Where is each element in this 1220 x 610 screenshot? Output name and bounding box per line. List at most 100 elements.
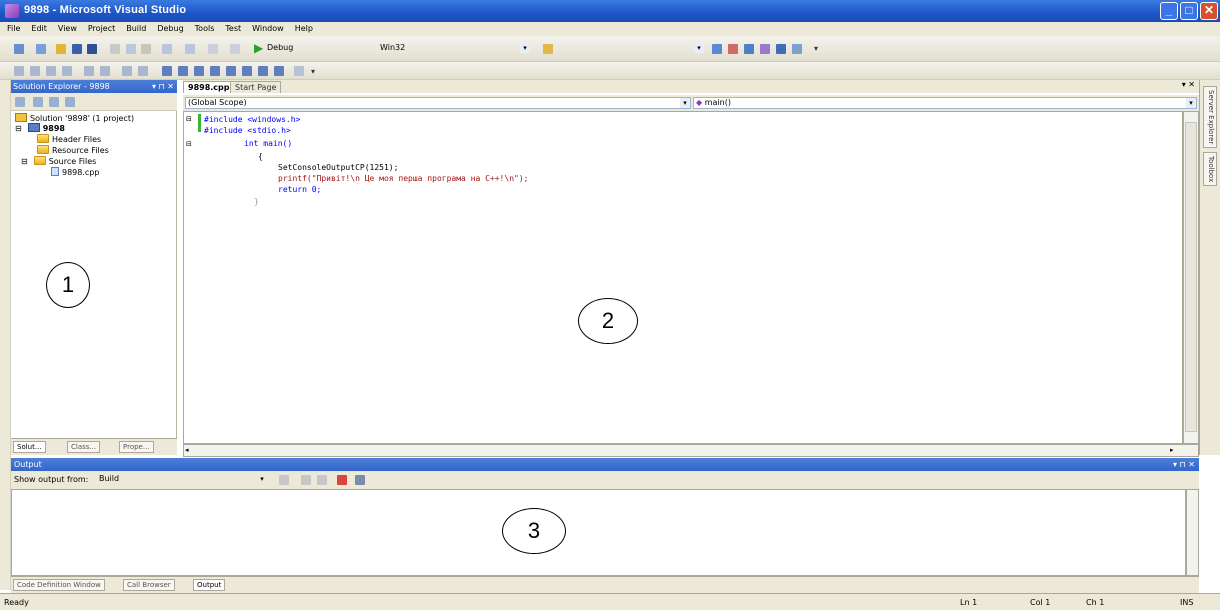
menu-project[interactable]: Project	[84, 22, 119, 33]
scroll-left-icon[interactable]: ◂	[185, 446, 195, 455]
editor-close-icons[interactable]: ▾ ✕	[1182, 80, 1195, 89]
tab-cpp-file[interactable]: 9898.cpp	[183, 81, 235, 93]
editor-vertical-scrollbar[interactable]	[1183, 111, 1199, 444]
member-select[interactable]: ◆ main() ▾	[693, 97, 1197, 109]
view-class-diagram-icon[interactable]	[65, 97, 75, 107]
tab-solution-explorer[interactable]: Solut...	[13, 441, 46, 453]
complete-word-icon[interactable]	[62, 66, 72, 76]
tab-class-view[interactable]: Class...	[67, 441, 101, 453]
display-object-members-icon[interactable]	[14, 66, 24, 76]
undo-icon[interactable]	[162, 44, 172, 54]
tree-item-resource-files[interactable]: Resource Files	[37, 145, 109, 155]
previous-bookmark-doc-icon[interactable]	[242, 66, 252, 76]
tree-item-cpp-file[interactable]: 9898.cpp	[51, 167, 99, 177]
display-parameter-info-icon[interactable]	[30, 66, 40, 76]
solution-configuration-select[interactable]: Debug	[265, 43, 355, 55]
properties-icon[interactable]	[49, 97, 59, 107]
clear-all-icon[interactable]	[337, 475, 347, 485]
menu-file[interactable]: File	[3, 22, 24, 33]
tree-item-solution[interactable]: Solution '9898' (1 project)	[15, 113, 134, 123]
add-item-icon[interactable]	[36, 44, 46, 54]
next-bookmark-doc-icon[interactable]	[258, 66, 268, 76]
paste-icon[interactable]	[141, 44, 151, 54]
collapse-icon[interactable]: ⊟	[21, 157, 28, 166]
tree-item-source-files[interactable]: ⊟ Source Files	[21, 156, 96, 166]
comment-out-icon[interactable]	[122, 66, 132, 76]
toggle-word-wrap-icon[interactable]	[355, 475, 365, 485]
tree-item-project[interactable]: ⊟ 9898	[15, 123, 65, 133]
show-output-select[interactable]: Build ▾	[97, 474, 267, 486]
start-debugging-icon[interactable]: ▶	[254, 41, 263, 55]
object-browser-icon[interactable]	[744, 44, 754, 54]
menu-edit[interactable]: Edit	[27, 22, 51, 33]
show-all-files-icon[interactable]	[15, 97, 25, 107]
code-editor[interactable]: ⊟ ⊟ #include <windows.h> #include <stdio…	[183, 111, 1183, 444]
previous-bookmark-folder-icon[interactable]	[210, 66, 220, 76]
collapse-region-icon[interactable]: ⊟	[186, 140, 192, 148]
refresh-icon[interactable]	[33, 97, 43, 107]
output-vertical-scrollbar[interactable]	[1186, 489, 1199, 576]
next-bookmark-icon[interactable]	[194, 66, 204, 76]
tab-server-explorer[interactable]: Server Explorer	[1203, 86, 1217, 149]
navigate-forward-icon[interactable]	[230, 44, 240, 54]
save-icon[interactable]	[72, 44, 82, 54]
menu-view[interactable]: View	[54, 22, 81, 33]
redo-icon[interactable]	[185, 44, 195, 54]
tree-item-header-files[interactable]: Header Files	[37, 134, 101, 144]
menu-tools[interactable]: Tools	[191, 22, 219, 33]
quick-info-icon[interactable]	[46, 66, 56, 76]
navigate-back-icon[interactable]	[208, 44, 218, 54]
open-file-icon[interactable]	[56, 44, 66, 54]
menu-build[interactable]: Build	[122, 22, 150, 33]
close-window-button[interactable]: ✕	[1200, 2, 1218, 20]
minimize-button[interactable]: _	[1160, 2, 1178, 20]
tab-code-definition-window[interactable]: Code Definition Window	[13, 579, 105, 591]
menu-window[interactable]: Window	[248, 22, 288, 33]
solution-platform-select[interactable]: Win32 ▾	[378, 43, 530, 55]
toggle-bookmark-icon[interactable]	[162, 66, 172, 76]
clear-bookmarks-icon[interactable]	[274, 66, 284, 76]
find-in-files-icon[interactable]	[543, 44, 553, 54]
collapse-region-icon[interactable]: ⊟	[186, 115, 192, 123]
toolbar-options-icon[interactable]: ▾	[311, 67, 315, 76]
chevron-down-icon: ▾	[694, 43, 704, 53]
tab-toolbox[interactable]: Toolbox	[1203, 152, 1217, 187]
cut-icon[interactable]	[110, 44, 120, 54]
pin-close-icons[interactable]: ▾ ⊓ ✕	[152, 80, 174, 93]
output-text-area[interactable]	[11, 489, 1186, 576]
scroll-thumb[interactable]	[1185, 122, 1197, 432]
next-bookmark-folder-icon[interactable]	[226, 66, 236, 76]
find-combo[interactable]: ▾	[556, 43, 704, 55]
window-layout-icon[interactable]	[792, 44, 802, 54]
output-pin-close-icons[interactable]: ▾ ⊓ ✕	[1173, 458, 1195, 471]
new-project-icon[interactable]	[14, 44, 24, 54]
scope-select[interactable]: (Global Scope) ▾	[185, 97, 691, 109]
solution-explorer-toolbar-icon[interactable]	[712, 44, 722, 54]
menu-help[interactable]: Help	[291, 22, 317, 33]
tab-call-browser[interactable]: Call Browser	[123, 579, 175, 591]
tab-property-manager[interactable]: Prope...	[119, 441, 154, 453]
collapse-icon[interactable]: ⊟	[15, 124, 22, 133]
increase-indent-icon[interactable]	[100, 66, 110, 76]
scroll-right-icon[interactable]: ▸	[1170, 446, 1180, 455]
bookmark-window-icon[interactable]	[294, 66, 304, 76]
go-to-next-message-icon[interactable]	[317, 475, 327, 485]
uncomment-icon[interactable]	[138, 66, 148, 76]
output-header: Output ▾ ⊓ ✕	[11, 458, 1199, 471]
menu-debug[interactable]: Debug	[153, 22, 187, 33]
maximize-button[interactable]: □	[1180, 2, 1198, 20]
save-all-icon[interactable]	[87, 44, 97, 54]
decrease-indent-icon[interactable]	[84, 66, 94, 76]
copy-icon[interactable]	[126, 44, 136, 54]
properties-icon[interactable]	[728, 44, 738, 54]
toolbox-icon[interactable]	[760, 44, 770, 54]
toolbar-options-icon[interactable]: ▾	[814, 44, 818, 53]
start-page-icon[interactable]	[776, 44, 786, 54]
tab-start-page[interactable]: Start Page	[230, 81, 282, 93]
menu-test[interactable]: Test	[221, 22, 245, 33]
go-to-previous-message-icon[interactable]	[301, 475, 311, 485]
find-message-icon[interactable]	[279, 475, 289, 485]
editor-horizontal-scrollbar[interactable]: ◂ ▸	[183, 444, 1199, 457]
previous-bookmark-icon[interactable]	[178, 66, 188, 76]
tab-output[interactable]: Output	[193, 579, 226, 591]
